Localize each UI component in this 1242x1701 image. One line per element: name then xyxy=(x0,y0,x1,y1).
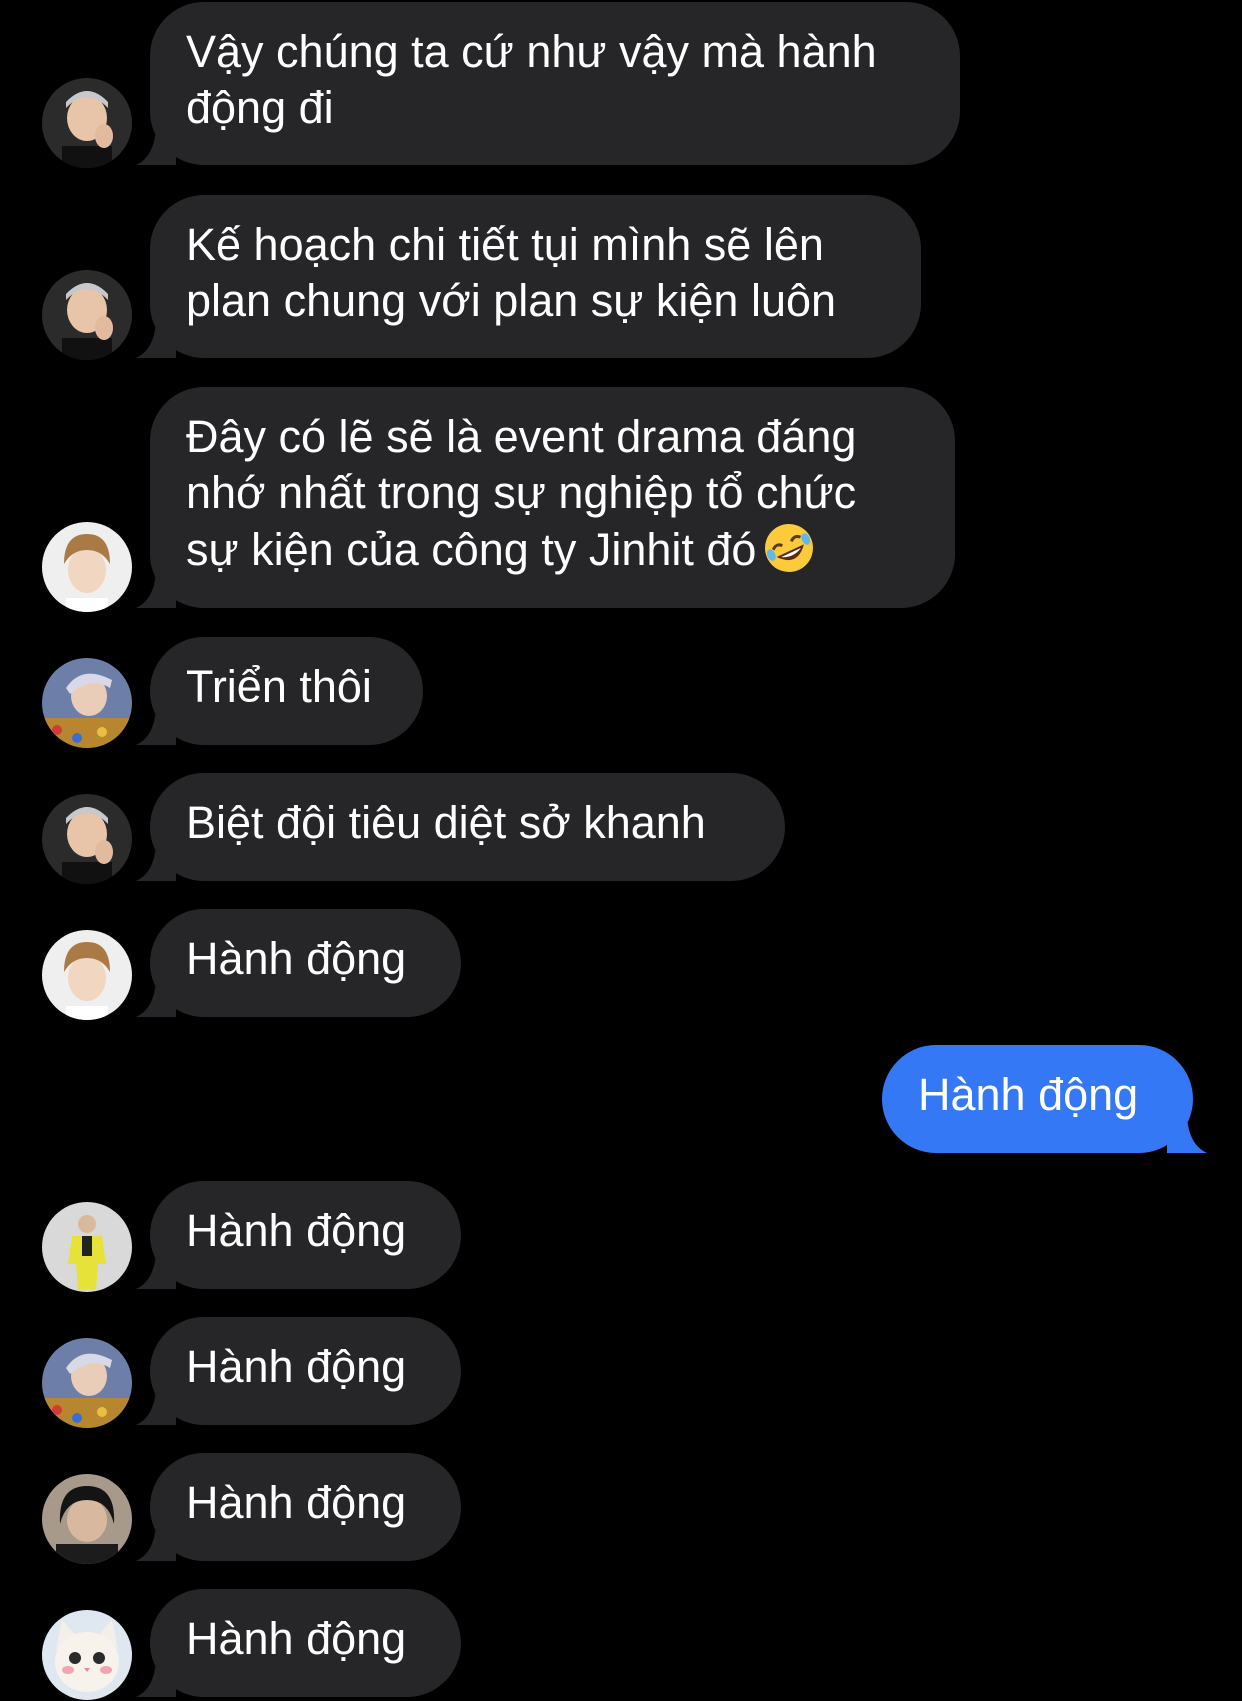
rolling-on-floor-laughing-emoji xyxy=(765,524,814,572)
message-bubble[interactable]: Triển thôi xyxy=(136,637,423,745)
avatar-jin[interactable] xyxy=(42,522,132,612)
bubble-tail xyxy=(136,981,176,1017)
message-text: Hành động xyxy=(918,1069,1139,1120)
message-bubble[interactable]: Vậy chúng ta cứ như vậy mà hành động đi xyxy=(136,2,960,165)
bubble-tail xyxy=(136,845,176,881)
message-bubble[interactable]: Đây có lẽ sẽ là event drama đáng nhớ nhấ… xyxy=(136,387,955,608)
message-text: Hành động xyxy=(186,1205,407,1256)
bubble-tail xyxy=(136,572,176,608)
message-bubble[interactable]: Biệt đội tiêu diệt sở khanh xyxy=(136,773,785,881)
bubble-tail xyxy=(136,1389,176,1425)
message-bubble[interactable]: Hành động xyxy=(136,1589,461,1697)
avatar-yellow-suit[interactable] xyxy=(42,1202,132,1292)
avatar-rm[interactable] xyxy=(42,78,132,168)
avatar-cat[interactable] xyxy=(42,1610,132,1700)
message-text: Hành động xyxy=(186,1613,407,1664)
bubble-tail xyxy=(136,322,176,358)
sent-message-bubble[interactable]: Hành động xyxy=(882,1045,1207,1153)
message-bubble[interactable]: Hành động xyxy=(136,1317,461,1425)
message-bubble[interactable]: Hành động xyxy=(136,1453,461,1561)
message-bubble[interactable]: Hành động xyxy=(136,1181,461,1289)
message-text: Hành động xyxy=(186,1341,407,1392)
message-text: Hành động xyxy=(186,1477,407,1528)
message-bubble[interactable]: Hành động xyxy=(136,909,461,1017)
message-text: Biệt đội tiêu diệt sở khanh xyxy=(186,797,706,848)
message-text: Đây có lẽ sẽ là event drama đáng nhớ nhấ… xyxy=(186,411,857,575)
avatar-rm[interactable] xyxy=(42,794,132,884)
message-text: Hành động xyxy=(186,933,407,984)
avatar-jhope[interactable] xyxy=(42,1338,132,1428)
bubble-tail xyxy=(136,709,176,745)
avatar-jin[interactable] xyxy=(42,930,132,1020)
avatar-dark-hair[interactable] xyxy=(42,1474,132,1564)
message-text: Triển thôi xyxy=(186,661,372,712)
message-text: Vậy chúng ta cứ như vậy mà hành động đi xyxy=(186,26,877,133)
bubble-tail xyxy=(136,1525,176,1561)
bubble-tail xyxy=(136,1661,176,1697)
bubble-tail xyxy=(1167,1117,1207,1153)
message-bubble[interactable]: Kế hoạch chi tiết tụi mình sẽ lên plan c… xyxy=(136,195,921,358)
message-text: Kế hoạch chi tiết tụi mình sẽ lên plan c… xyxy=(186,219,837,326)
bubble-tail xyxy=(136,129,176,165)
avatar-jhope[interactable] xyxy=(42,658,132,748)
chat-thread: Vậy chúng ta cứ như vậy mà hành động đi … xyxy=(0,0,1242,1701)
avatar-rm[interactable] xyxy=(42,270,132,360)
bubble-tail xyxy=(136,1253,176,1289)
